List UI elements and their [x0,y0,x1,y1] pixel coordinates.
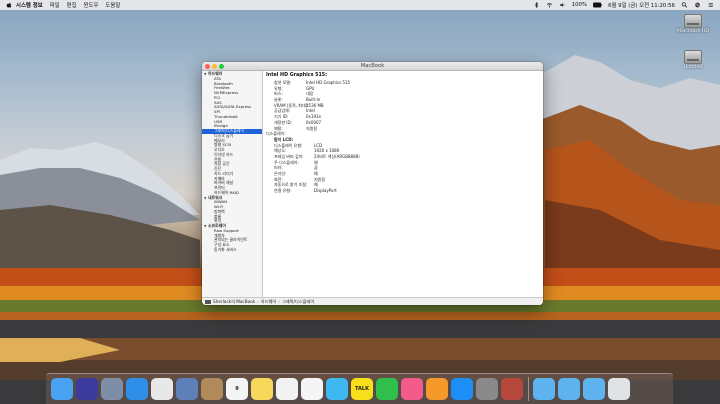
menu-window[interactable]: 윈도우 [84,1,99,9]
books-icon[interactable] [426,378,448,400]
system-information-window: MacBook ▼ 하드웨어 ATA Bluetooth FireWire NVMExpr… [202,62,543,305]
documents-folder-icon[interactable] [558,378,580,400]
siri-icon[interactable] [76,378,98,400]
detail-pane: Intel HD Graphics 515: 칩셋 모델: Intel HD Gr… [263,71,543,297]
desktop-drive-macintosh-hd[interactable]: Macintosh HD [668,14,718,34]
notes-icon[interactable] [251,378,273,400]
preview-icon[interactable] [176,378,198,400]
category-sidebar: ▼ 하드웨어 ATA Bluetooth FireWire NVMExpress PCI SA… [202,71,263,297]
menubar-clock[interactable]: 6월 9일 (금) 오전 11:20:56 [608,1,675,9]
sidebar-item[interactable]: 동기화 서비스 [202,246,262,253]
battery-icon[interactable] [593,2,602,8]
property-key: 연결 유형: [274,188,292,194]
dock-icon-label: 9 [235,386,239,392]
hard-drive-icon [684,50,702,64]
system-preferences-icon[interactable] [476,378,498,400]
hard-drive-icon [684,14,702,28]
dock-icon-label: TALK [355,386,369,392]
desktop-drive-untitled[interactable]: Untitled [668,50,718,70]
dock-separator [528,377,529,401]
notification-center-icon[interactable] [707,2,714,8]
kakaotalk-icon[interactable]: TALK [351,378,373,400]
reminders-icon[interactable] [276,378,298,400]
launchpad-icon[interactable] [101,378,123,400]
finder-icon[interactable] [51,378,73,400]
menu-help[interactable]: 도움말 [105,1,120,9]
music-icon[interactable] [401,378,423,400]
window-titlebar[interactable]: MacBook [202,62,543,71]
menu-file[interactable]: 파일 [50,1,60,9]
window-title: MacBook [360,63,385,69]
property-list: 칩셋 모델: Intel HD Graphics 515 유형: GPU 버스: 내장 슬롯… [266,80,543,131]
property-value: 24비트 색상(ARGB8888) [314,153,360,159]
minimize-button[interactable] [212,64,217,69]
volume-icon[interactable] [559,2,566,8]
detail-title: Intel HD Graphics 515: [266,73,328,78]
applications-folder-icon[interactable] [533,378,555,400]
menu-app-name[interactable]: 시스템 정보 [16,1,43,9]
path-computer[interactable]: Sherlock의 MacBook [213,299,255,305]
property-row: 연결 유형: DisplayPort [266,188,543,194]
property-value: DisplayPort [314,188,337,194]
photos-icon[interactable] [301,378,323,400]
chrome-icon[interactable] [151,378,173,400]
display-property-list: 디스플레이 유형: LCD 해상도: 1920 x 1080 프레임 버퍼 깊이: 24비… [266,143,543,194]
battery-percent[interactable]: 100% [572,2,587,8]
window-content: ▼ 하드웨어 ATA Bluetooth FireWire NVMExpress PCI SA… [202,71,543,297]
property-value: 지원됨 [306,125,318,131]
downloads-folder-icon[interactable] [583,378,605,400]
menu-bar: 시스템 정보 파일 편집 윈도우 도움말 100% 6월 9일 (금) 오전 1… [0,0,720,10]
path-section[interactable]: 하드웨어 [261,299,276,305]
contacts-icon[interactable] [201,378,223,400]
wifi-icon[interactable] [546,2,553,8]
window-controls [205,64,224,69]
close-button[interactable] [205,64,210,69]
chevron-right-icon: › [278,299,280,304]
chevron-right-icon: › [257,299,259,304]
zoom-button[interactable] [219,64,224,69]
dock: 9 TALK [46,373,673,404]
facetime-icon[interactable] [376,378,398,400]
sidebar-item-label: 동기화 서비스 [214,246,237,252]
trash-icon[interactable] [608,378,630,400]
drive-label: Untitled [683,65,703,70]
computer-icon [205,299,211,304]
menu-edit[interactable]: 편집 [67,1,77,9]
path-bar: Sherlock의 MacBook › 하드웨어 › 그래픽/디스플레이 [202,297,543,305]
system-information-icon[interactable] [501,378,523,400]
path-item[interactable]: 그래픽/디스플레이 [282,299,314,305]
calendar-icon[interactable]: 9 [226,378,248,400]
menu-extras: 100% 6월 9일 (금) 오전 11:20:56 [533,1,720,9]
siri-menu-icon[interactable] [694,2,701,8]
safari-icon[interactable] [126,378,148,400]
apple-logo-icon[interactable] [6,2,12,8]
bluetooth-icon[interactable] [533,2,540,8]
messages-icon[interactable] [326,378,348,400]
spotlight-search-icon[interactable] [681,2,688,8]
app-store-icon[interactable] [451,378,473,400]
drive-label: Macintosh HD [677,29,709,34]
